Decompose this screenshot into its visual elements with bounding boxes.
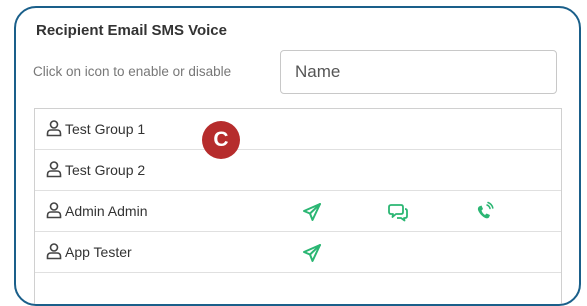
recipient-name: App Tester [65, 244, 132, 260]
header-email: Email [107, 22, 148, 39]
toggle-hint: Click on icon to enable or disable [33, 64, 232, 79]
recipient-row: Test Group 1 [35, 109, 561, 150]
person-icon [46, 161, 62, 178]
recipient-row: Test Group 2 [35, 150, 561, 191]
recipient-row: Admin Admin [35, 191, 561, 232]
recipient-name: Test Group 2 [65, 162, 146, 178]
person-icon [46, 243, 62, 260]
header-recipient: Recipient [36, 22, 104, 39]
name-search-input[interactable] [280, 50, 557, 94]
send-icon[interactable] [301, 242, 323, 264]
column-header: Recipient Email SMS Voice [36, 22, 231, 39]
chat-icon[interactable] [387, 201, 409, 223]
send-icon[interactable] [301, 201, 323, 223]
person-icon [46, 202, 62, 219]
recipient-name: Test Group 1 [65, 121, 146, 137]
recipient-name: Admin Admin [65, 203, 148, 219]
notification-recipients-panel: Recipient Email SMS Voice Click on icon to … [14, 6, 581, 306]
recipient-table: Test Group 1 Test Group 2 Admin Admin Ap… [34, 108, 562, 304]
recipient-row: App Tester [35, 232, 561, 273]
callout-badge: C [202, 121, 240, 159]
person-icon [46, 120, 62, 137]
header-sms: SMS [151, 22, 185, 39]
phone-icon[interactable] [474, 201, 496, 223]
header-voice: Voice [188, 22, 227, 39]
